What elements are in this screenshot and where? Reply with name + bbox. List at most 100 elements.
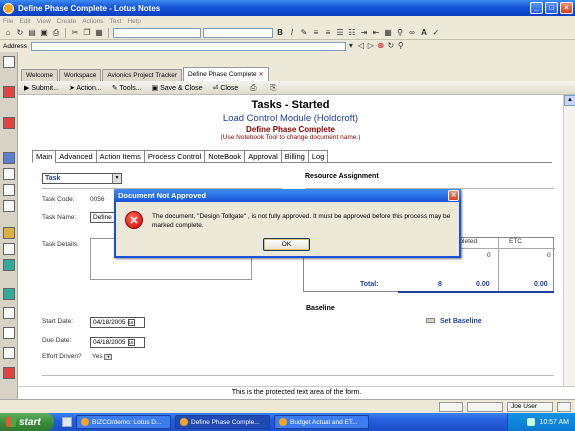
taskbar-item-define-phase[interactable]: Define Phase Comple... — [175, 415, 270, 429]
ok-button[interactable]: OK — [263, 238, 310, 251]
save-close-button[interactable]: ▣ Save & Close — [152, 84, 203, 92]
type-select[interactable]: Task ▼ — [42, 173, 122, 184]
task-details-label: Task Details: — [42, 241, 79, 248]
tab-notebook[interactable]: NoteBook — [204, 150, 246, 163]
numbering-icon[interactable]: ☷ — [347, 28, 357, 38]
align-center-icon[interactable]: ≡ — [323, 28, 333, 38]
search-icon[interactable]: ⚲ — [396, 41, 406, 51]
bookmark-icon[interactable] — [3, 56, 15, 68]
font-style-icon[interactable]: A — [419, 28, 429, 38]
tab-define-phase-complete[interactable]: Define Phase Complete ✕ — [183, 67, 269, 81]
tab-process-control[interactable]: Process Control — [143, 150, 206, 163]
bookmark-doc-icon[interactable] — [3, 200, 15, 212]
stop-icon[interactable]: ⊗ — [376, 41, 386, 51]
tab-approval[interactable]: Approval — [244, 150, 282, 163]
address-input[interactable] — [30, 41, 346, 51]
attach-icon[interactable]: ⎘ — [268, 83, 278, 93]
submit-button[interactable]: ▶ Submit... — [24, 84, 59, 92]
dialog-close-button[interactable]: ✕ — [448, 190, 459, 201]
home-icon[interactable]: ⌂ — [3, 28, 13, 38]
outdent-icon[interactable]: ⇤ — [371, 28, 381, 38]
bullets-icon[interactable]: ☰ — [335, 28, 345, 38]
find-icon[interactable]: ⚲ — [395, 28, 405, 38]
binoculars-icon[interactable]: ∞ — [407, 28, 417, 38]
minimize-button[interactable]: _ — [530, 2, 543, 14]
bookmark-calendar-icon[interactable] — [3, 117, 15, 129]
copy-icon[interactable]: ❐ — [82, 28, 92, 38]
bookmark-doc-icon[interactable] — [3, 367, 15, 379]
calendar-icon[interactable]: 16 — [127, 338, 135, 346]
bookmark-doc-icon[interactable] — [3, 243, 15, 255]
tab-advanced[interactable]: Advanced — [55, 150, 97, 163]
menu-actions[interactable]: Actions — [82, 18, 103, 25]
maximize-button[interactable]: □ — [545, 2, 558, 14]
bookmark-doc-icon[interactable] — [3, 184, 15, 196]
print-icon[interactable]: ⎙ — [248, 83, 258, 93]
forward-icon[interactable]: ▷ — [366, 41, 376, 51]
action-button[interactable]: ➤ Action... — [69, 84, 102, 92]
status-indicator[interactable] — [439, 401, 463, 412]
reload-icon[interactable]: ↻ — [386, 41, 396, 51]
font-size-select[interactable] — [203, 27, 273, 38]
vertical-scrollbar[interactable]: ▲ — [563, 95, 575, 386]
font-select[interactable] — [113, 27, 201, 38]
bookmark-book-icon[interactable] — [3, 152, 15, 164]
bookmark-doc-icon[interactable] — [3, 168, 15, 180]
tab-welcome[interactable]: Welcome — [21, 69, 58, 81]
tab-log[interactable]: Log — [307, 150, 329, 163]
tab-main[interactable]: Main — [32, 150, 57, 163]
chevron-down-icon[interactable]: ▾ — [346, 41, 356, 51]
back-icon[interactable]: ◁ — [356, 41, 366, 51]
spell-check-icon[interactable]: ✓ — [431, 28, 441, 38]
effort-driven-select[interactable]: Yes ▼ — [92, 353, 113, 360]
open-icon[interactable]: ▤ — [27, 28, 37, 38]
close-window-button[interactable]: × — [560, 2, 573, 14]
tab-billing[interactable]: Billing — [280, 150, 309, 163]
refresh-icon[interactable]: ↻ — [15, 28, 25, 38]
menu-create[interactable]: Create — [57, 18, 77, 25]
tab-action-items[interactable]: Action Items — [95, 150, 145, 163]
menu-file[interactable]: File — [3, 18, 13, 25]
calendar-icon[interactable]: 16 — [127, 318, 135, 326]
bold-icon[interactable]: B — [275, 28, 285, 38]
paste-icon[interactable]: ▦ — [94, 28, 104, 38]
italic-icon[interactable]: I — [287, 28, 297, 38]
scroll-up-icon[interactable]: ▲ — [564, 95, 575, 106]
print-icon[interactable]: ⎙ — [51, 28, 61, 38]
chevron-down-icon: ▼ — [104, 354, 113, 360]
status-location[interactable] — [467, 401, 503, 412]
bookmark-mail-icon[interactable] — [3, 86, 15, 98]
bookmark-person-icon[interactable] — [3, 307, 15, 319]
cut-icon[interactable]: ✂ — [70, 28, 80, 38]
menu-edit[interactable]: Edit — [19, 18, 30, 25]
indent-icon[interactable]: ⇥ — [359, 28, 369, 38]
form-tabs: Main Advanced Action Items Process Contr… — [32, 150, 329, 163]
tab-workspace[interactable]: Workspace — [58, 69, 102, 81]
taskbar-item-bizco[interactable]: BIZCO/demo: Lotus D... — [76, 415, 171, 429]
menu-help[interactable]: Help — [127, 18, 140, 25]
tools-button[interactable]: ✎ Tools... — [112, 84, 142, 92]
taskbar-item-budget[interactable]: Budget Actual and ET... — [274, 415, 369, 429]
close-button[interactable]: ⏎ Close — [213, 84, 239, 92]
set-baseline-button[interactable]: Set Baseline — [426, 318, 482, 325]
quick-launch-icon[interactable] — [62, 417, 72, 427]
menu-text[interactable]: Text — [110, 18, 122, 25]
bookmark-folder-icon[interactable] — [3, 227, 15, 239]
table-icon[interactable]: ▦ — [383, 28, 393, 38]
pen-icon[interactable]: ✎ — [299, 28, 309, 38]
start-button[interactable]: start — [0, 413, 54, 431]
status-mail-icon[interactable] — [557, 401, 571, 412]
tab-avionics-project-tracker[interactable]: Avionics Project Tracker — [102, 69, 182, 81]
status-user[interactable]: Joe User — [507, 401, 553, 412]
start-date-field[interactable]: 04/18/2005 16 — [90, 317, 145, 328]
close-tab-icon[interactable]: ✕ — [259, 71, 264, 78]
bookmark-book-icon[interactable] — [3, 288, 15, 300]
due-date-field[interactable]: 04/18/2005 16 — [90, 337, 145, 348]
bookmark-doc-icon[interactable] — [3, 327, 15, 339]
network-icon[interactable] — [527, 418, 536, 426]
save-icon[interactable]: ▣ — [39, 28, 49, 38]
menu-view[interactable]: View — [37, 18, 51, 25]
bookmark-globe-icon[interactable] — [3, 259, 15, 271]
bookmark-doc-icon[interactable] — [3, 347, 15, 359]
align-left-icon[interactable]: ≡ — [311, 28, 321, 38]
